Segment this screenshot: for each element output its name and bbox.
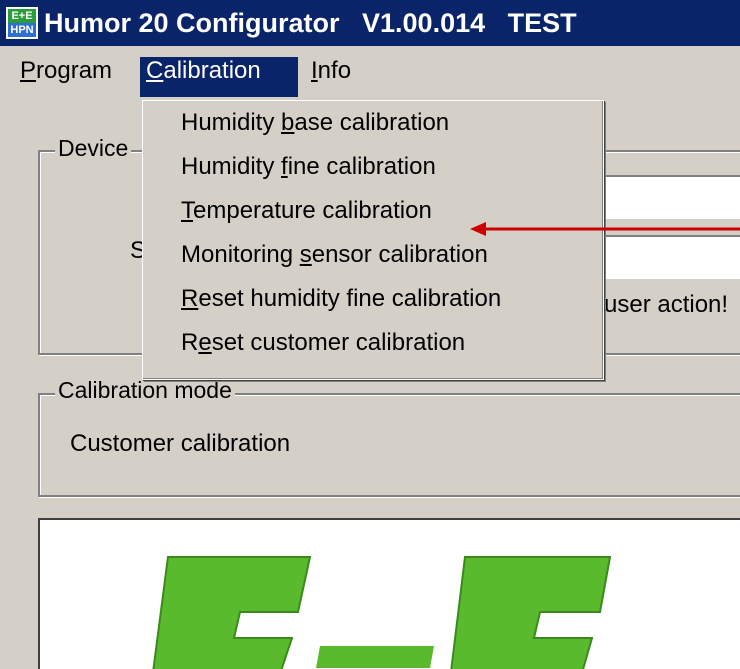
menu-item-monitoring-sensor-calibration[interactable]: Monitoring sensor calibration bbox=[143, 241, 603, 285]
logo-shape-left bbox=[152, 556, 312, 669]
device-field-1[interactable] bbox=[595, 175, 740, 219]
device-group-label: Device bbox=[55, 134, 132, 162]
menu-info[interactable]: Info bbox=[305, 57, 357, 97]
menu-calibration[interactable]: Calibration bbox=[140, 57, 298, 97]
menu-bar: Program Calibration Info bbox=[0, 56, 740, 100]
app-logo-icon[interactable]: E+E HPN bbox=[6, 7, 38, 39]
calibration-mode-value: Customer calibration bbox=[70, 430, 291, 457]
menu-item-humidity-fine-calibration[interactable]: Humidity fine calibration bbox=[143, 153, 603, 197]
status-message: user action! bbox=[604, 291, 729, 318]
logo-shape-mid bbox=[316, 646, 434, 668]
title-bar: E+E HPN Humor 20 Configurator V1.00.014 … bbox=[0, 0, 740, 46]
menu-item-temperature-calibration[interactable]: Temperature calibration bbox=[143, 197, 603, 241]
menu-item-reset-humidity-fine-calibration[interactable]: Reset humidity fine calibration bbox=[143, 285, 603, 329]
menu-item-reset-customer-calibration[interactable]: Reset customer calibration bbox=[143, 329, 603, 373]
window-title: Humor 20 Configurator V1.00.014 TEST bbox=[44, 8, 577, 38]
device-field-2[interactable] bbox=[595, 235, 740, 279]
logo-panel bbox=[38, 518, 740, 669]
menu-item-humidity-base-calibration[interactable]: Humidity base calibration bbox=[143, 109, 603, 153]
logo-shape-right bbox=[450, 556, 612, 669]
calibration-dropdown-menu: Humidity base calibration Humidity fine … bbox=[142, 100, 604, 380]
ee-logo bbox=[152, 556, 612, 669]
calibration-mode-label: Calibration mode bbox=[55, 376, 235, 404]
menu-program[interactable]: Program bbox=[14, 57, 118, 97]
